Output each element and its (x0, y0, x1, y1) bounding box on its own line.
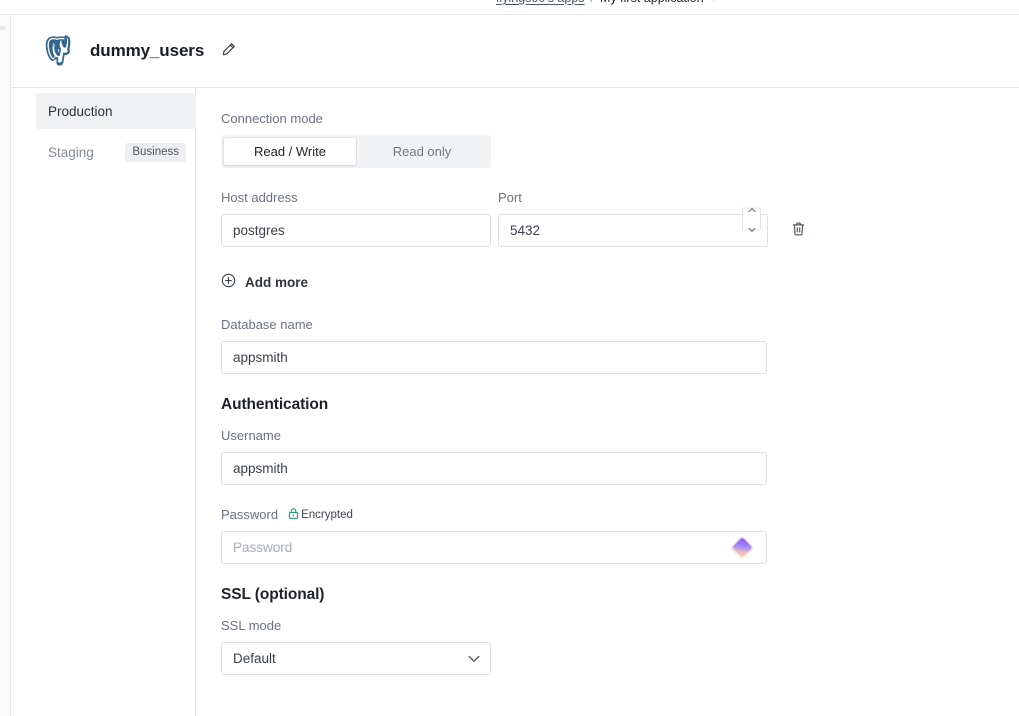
password-label-row: Password Encrypted (221, 507, 767, 523)
lock-icon (287, 507, 300, 523)
postgres-logo-icon (36, 31, 76, 71)
sidebar-item-label: Production (48, 103, 113, 119)
ssl-mode-field-group: SSL mode Default (221, 618, 491, 675)
chevron-up-icon (747, 200, 756, 218)
delete-endpoint-button[interactable] (783, 214, 813, 247)
port-field-group: Port (498, 190, 768, 247)
breadcrumb: flyings00's apps / My first application … (496, 0, 716, 5)
rail-indicator-top (0, 26, 5, 30)
environment-sidebar: Production Staging Business (11, 88, 196, 716)
connection-mode-read-write-option[interactable]: Read / Write (224, 138, 356, 165)
password-input[interactable] (221, 531, 767, 564)
trash-icon (791, 221, 806, 240)
page-title: dummy_users (90, 41, 205, 60)
port-label: Port (498, 190, 522, 205)
edit-name-button[interactable] (216, 39, 240, 63)
authentication-section-title: Authentication (221, 396, 329, 413)
sidebar-item-production[interactable]: Production (36, 93, 196, 129)
password-input-wrapper (221, 531, 767, 564)
host-address-input[interactable] (221, 214, 491, 247)
encrypted-badge-label: Encrypted (301, 509, 353, 521)
database-name-input[interactable] (221, 341, 767, 374)
status-badge: Business (125, 142, 186, 162)
password-field-group: Password Encrypted (221, 507, 767, 564)
connection-mode-read-only-option[interactable]: Read only (356, 138, 488, 165)
endpoint-row: Host address Port (221, 190, 1019, 247)
breadcrumb-separator: / (591, 0, 594, 5)
database-name-field-group: Database name (221, 317, 767, 374)
host-address-label: Host address (221, 190, 298, 205)
sidebar-item-staging[interactable]: Staging Business (36, 134, 196, 170)
datasource-header: dummy_users (11, 15, 1019, 88)
ssl-mode-select-wrapper: Default (221, 642, 491, 675)
ssl-mode-label: SSL mode (221, 618, 282, 633)
datasource-configuration-page: flyings00's apps / My first application … (0, 0, 1019, 716)
pencil-icon (221, 42, 236, 60)
sidebar-item-label: Staging (48, 144, 94, 160)
left-rail (0, 15, 11, 716)
add-more-button[interactable]: Add more (215, 267, 316, 297)
ssl-mode-select[interactable]: Default (221, 642, 491, 675)
username-label: Username (221, 428, 281, 443)
rail-indicator-bottom (0, 175, 6, 213)
database-name-label: Database name (221, 317, 313, 332)
chevron-down-icon[interactable]: ▾ (712, 0, 717, 4)
connection-mode-label: Connection mode (221, 111, 323, 126)
breadcrumb-bar: flyings00's apps / My first application … (0, 0, 1019, 15)
port-stepper[interactable] (742, 207, 761, 233)
connection-mode-segmented-control: Read / Write Read only (221, 135, 491, 168)
chevron-down-icon (747, 220, 756, 238)
breadcrumb-current-app[interactable]: My first application (600, 0, 704, 5)
add-more-label: Add more (245, 274, 309, 290)
datasource-form: Connection mode Read / Write Read only H… (197, 88, 1019, 716)
encrypted-badge: Encrypted (287, 507, 353, 523)
port-input[interactable] (498, 214, 768, 247)
breadcrumb-workspace-link[interactable]: flyings00's apps (496, 0, 585, 5)
host-address-field-group: Host address (221, 190, 491, 247)
ssl-section-title: SSL (optional) (221, 586, 325, 603)
plus-circle-icon (221, 273, 236, 291)
username-field-group: Username (221, 428, 767, 485)
password-label: Password (221, 507, 279, 522)
username-input[interactable] (221, 452, 767, 485)
